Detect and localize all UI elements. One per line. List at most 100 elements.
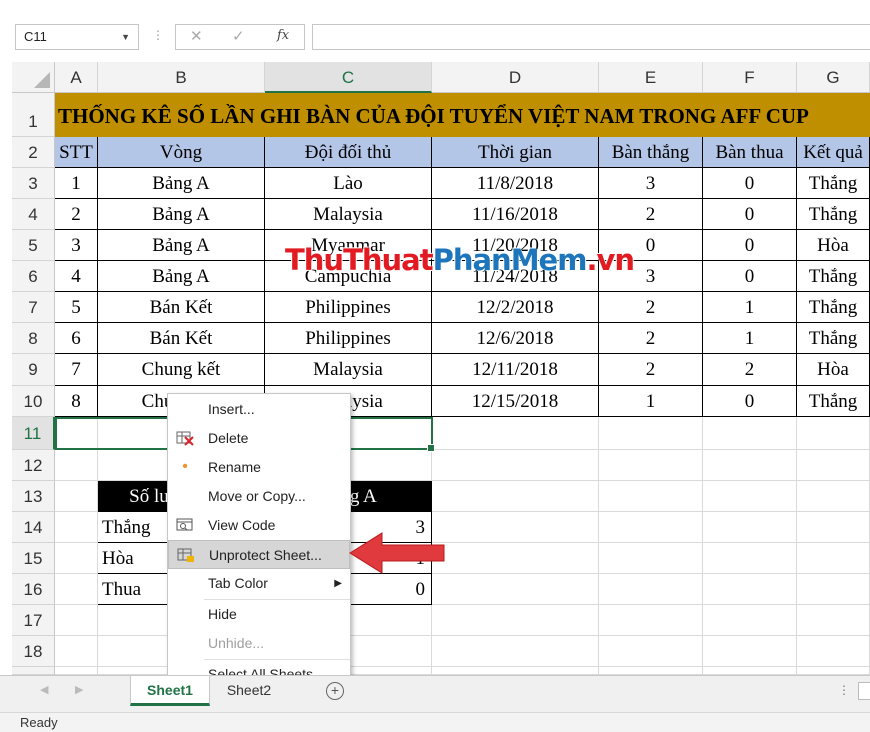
cell[interactable]: Thắng xyxy=(797,261,870,292)
cell[interactable]: 0 xyxy=(703,386,797,417)
cell[interactable]: 2 xyxy=(55,199,98,230)
cell[interactable] xyxy=(55,543,98,574)
cell[interactable]: 0 xyxy=(703,199,797,230)
cell[interactable] xyxy=(797,450,870,481)
row-header[interactable]: 1 xyxy=(12,93,55,137)
cell[interactable] xyxy=(703,574,797,605)
cell[interactable] xyxy=(432,605,599,636)
cell[interactable]: 12/11/2018 xyxy=(432,354,599,386)
tab-scroll-right-icon[interactable]: ▶ xyxy=(75,683,83,696)
cell[interactable] xyxy=(432,512,599,543)
cell[interactable] xyxy=(55,667,98,675)
enter-icon[interactable]: ✓ xyxy=(232,27,245,45)
cell[interactable]: Kết quả xyxy=(797,137,870,168)
cell[interactable]: 8 xyxy=(55,386,98,417)
cell[interactable] xyxy=(797,543,870,574)
cell[interactable]: Chung kết xyxy=(98,354,265,386)
cell[interactable] xyxy=(55,512,98,543)
row-header[interactable]: 15 xyxy=(12,543,55,574)
tab-sheet1[interactable]: Sheet1 xyxy=(130,676,210,706)
cell[interactable]: Philippines xyxy=(265,323,432,354)
cell[interactable]: 0 xyxy=(703,261,797,292)
cell[interactable]: Malaysia xyxy=(265,199,432,230)
cell[interactable]: Đội đối thủ xyxy=(265,137,432,168)
cell[interactable]: Bán Kết xyxy=(98,323,265,354)
menu-item-unprotect-sheet[interactable]: Unprotect Sheet... xyxy=(168,540,350,569)
horizontal-scrollbar[interactable] xyxy=(858,682,870,700)
cell[interactable] xyxy=(55,450,98,481)
cell[interactable] xyxy=(599,574,703,605)
cell[interactable] xyxy=(432,450,599,481)
sheet-title-cell[interactable]: THỐNG KÊ SỐ LẦN GHI BÀN CỦA ĐỘI TUYỂN VI… xyxy=(55,93,870,137)
row-header[interactable]: 8 xyxy=(12,323,55,354)
column-header-b[interactable]: B xyxy=(98,62,265,93)
cell[interactable] xyxy=(432,667,599,675)
cell[interactable]: Thắng xyxy=(797,292,870,323)
cell[interactable]: 11/16/2018 xyxy=(432,199,599,230)
add-sheet-icon[interactable]: + xyxy=(326,682,344,700)
cell[interactable]: 2 xyxy=(599,199,703,230)
cell[interactable]: 2 xyxy=(599,323,703,354)
cell[interactable] xyxy=(432,636,599,667)
cell[interactable] xyxy=(797,512,870,543)
cell[interactable]: Hòa xyxy=(797,354,870,386)
cell[interactable] xyxy=(55,574,98,605)
row-header[interactable]: 3 xyxy=(12,168,55,199)
cell[interactable] xyxy=(797,481,870,512)
cell[interactable]: Vòng xyxy=(98,137,265,168)
cell[interactable] xyxy=(703,605,797,636)
cell[interactable]: Bảng A xyxy=(98,230,265,261)
cell[interactable] xyxy=(703,543,797,574)
cell[interactable]: 6 xyxy=(55,323,98,354)
menu-item-move-copy[interactable]: Move or Copy... xyxy=(168,482,350,511)
cell[interactable] xyxy=(432,481,599,512)
name-box[interactable]: C11 ▼ xyxy=(15,24,139,50)
cell[interactable]: 3 xyxy=(55,230,98,261)
column-header-c[interactable]: C xyxy=(265,62,432,93)
cell[interactable] xyxy=(703,512,797,543)
cell[interactable] xyxy=(797,667,870,675)
cell[interactable]: Thắng xyxy=(797,323,870,354)
row-header[interactable]: 12 xyxy=(12,450,55,481)
cell[interactable]: 1 xyxy=(599,386,703,417)
cell[interactable]: 11/8/2018 xyxy=(432,168,599,199)
column-header-e[interactable]: E xyxy=(599,62,703,93)
cell[interactable] xyxy=(432,574,599,605)
row-header[interactable]: 5 xyxy=(12,230,55,261)
row-header[interactable]: 18 xyxy=(12,636,55,667)
cell[interactable] xyxy=(599,417,703,450)
cell[interactable] xyxy=(599,667,703,675)
cell[interactable]: 7 xyxy=(55,354,98,386)
cell[interactable] xyxy=(703,481,797,512)
row-header[interactable]: 11 xyxy=(12,417,55,450)
cell[interactable] xyxy=(55,636,98,667)
cell[interactable] xyxy=(599,543,703,574)
row-header[interactable]: 16 xyxy=(12,574,55,605)
cell[interactable]: Bán Kết xyxy=(98,292,265,323)
cell[interactable]: Bàn thua xyxy=(703,137,797,168)
column-header-a[interactable]: A xyxy=(55,62,98,93)
tab-scroll-left-icon[interactable]: ◀ xyxy=(40,683,48,696)
cell[interactable] xyxy=(599,450,703,481)
row-header[interactable]: 14 xyxy=(12,512,55,543)
cell[interactable]: 2 xyxy=(599,354,703,386)
cell[interactable] xyxy=(703,636,797,667)
cell[interactable] xyxy=(599,481,703,512)
cell[interactable]: 2 xyxy=(599,292,703,323)
cell[interactable]: Thắng xyxy=(797,199,870,230)
cell[interactable]: Hòa xyxy=(797,230,870,261)
cell[interactable]: 2 xyxy=(703,354,797,386)
row-header[interactable]: 13 xyxy=(12,481,55,512)
cell[interactable] xyxy=(432,543,599,574)
row-header[interactable]: 6 xyxy=(12,261,55,292)
cell[interactable]: Philippines xyxy=(265,292,432,323)
row-header[interactable]: 10 xyxy=(12,386,55,417)
cell[interactable]: Thời gian xyxy=(432,137,599,168)
cell[interactable]: Thắng xyxy=(797,386,870,417)
tab-splitter-icon[interactable]: ⋮ xyxy=(838,683,850,697)
cell[interactable]: 4 xyxy=(55,261,98,292)
cell[interactable] xyxy=(797,417,870,450)
row-header[interactable]: 17 xyxy=(12,605,55,636)
tab-sheet2[interactable]: Sheet2 xyxy=(212,676,286,706)
row-header[interactable]: 9 xyxy=(12,354,55,386)
